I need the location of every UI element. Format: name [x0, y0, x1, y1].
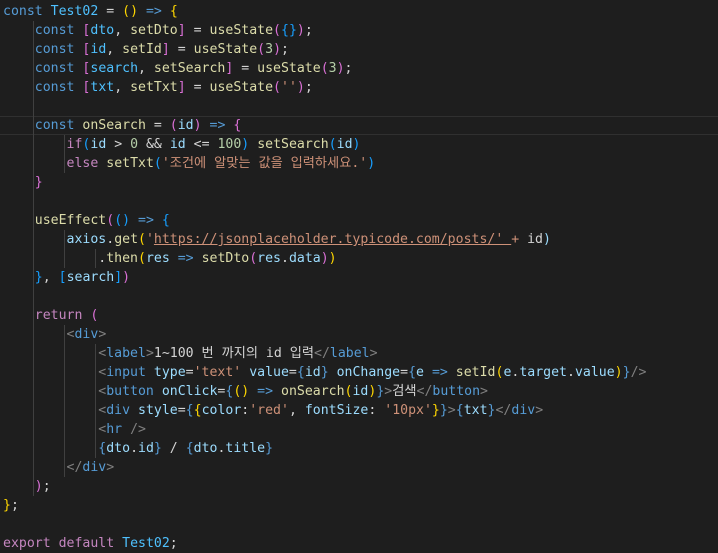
code-line: const Test02 = () => {	[3, 4, 178, 19]
code-line: useEffect(() => {	[34, 213, 170, 228]
code-line: );	[34, 479, 51, 494]
code-line: }, [search])	[34, 270, 131, 285]
code-line: <button onClick={() => onSearch(id)}>검색<…	[98, 384, 488, 399]
code-line: <label>1~100 번 까지의 id 입력</label>	[98, 346, 378, 361]
code-line: return (	[34, 308, 99, 323]
code-line: <input type='text' value={id} onChange={…	[98, 365, 647, 380]
code-line: <hr />	[98, 422, 146, 437]
code-editor[interactable]: const Test02 = () => { const [dto, setDt…	[0, 0, 718, 553]
code-line: const [search, setSearch] = useState(3);	[34, 61, 353, 76]
code-line: const [id, setId] = useState(3);	[34, 42, 289, 57]
code-line: };	[3, 498, 19, 513]
code-line: if(id > 0 && id <= 100) setSearch(id)	[66, 137, 361, 152]
code-line: else setTxt('조건에 알맞는 값을 입력하세요.')	[66, 156, 376, 171]
code-line: </div>	[66, 460, 115, 475]
code-line: .then(res => setDto(res.data))	[98, 251, 337, 266]
code-line: <div style={{color:'red', fontSize: '10p…	[98, 403, 544, 418]
code-line: axios.get('https://jsonplaceholder.typic…	[66, 232, 551, 247]
code-line: {dto.id} / {dto.title}	[98, 441, 274, 456]
code-line: export default Test02;	[3, 536, 178, 551]
code-line: <div>	[66, 327, 107, 342]
code-line: const onSearch = (id) => {	[34, 118, 242, 133]
code-line: const [txt, setTxt] = useState('');	[34, 80, 313, 95]
code-line: const [dto, setDto] = useState({});	[34, 23, 313, 38]
code-line: }	[34, 175, 43, 190]
